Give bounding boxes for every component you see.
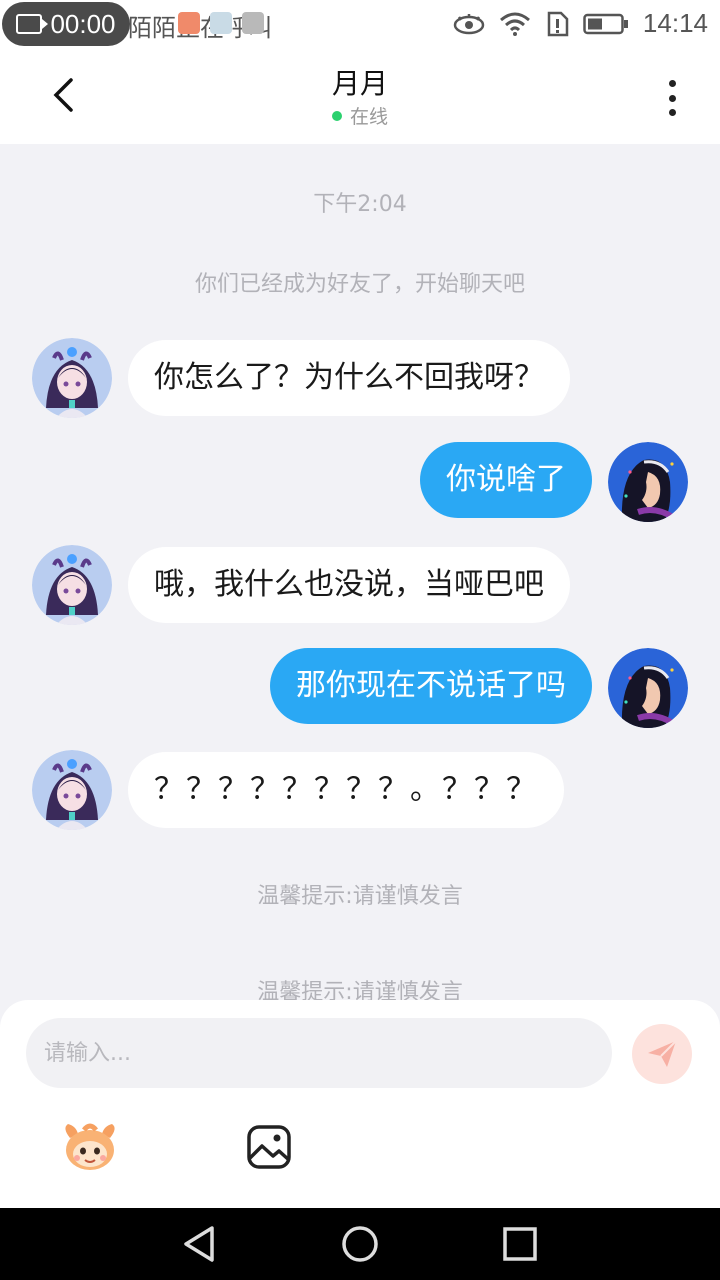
more-dot (668, 94, 676, 102)
record-time: 00:00 (50, 8, 116, 39)
message-row: 你怎么了？为什么不回我呀？ (0, 338, 720, 420)
contact-avatar[interactable] (32, 338, 112, 418)
incoming-message[interactable]: 你怎么了？为什么不回我呀？ (128, 340, 570, 416)
gallery-notification-icon (242, 12, 264, 34)
message-row: ？？？？？？？？。？？？ (0, 750, 720, 832)
more-dot (668, 80, 676, 87)
message-input[interactable] (26, 1018, 612, 1088)
send-button[interactable] (632, 1024, 692, 1084)
status-clock: 14:14 (642, 8, 708, 38)
online-status-label: 在线 (349, 106, 388, 128)
notification-icons (178, 12, 264, 34)
battery-icon (583, 13, 628, 34)
my-avatar[interactable] (608, 442, 688, 522)
chat-header: 月月 在线 (0, 50, 720, 144)
no-sim-icon (547, 11, 569, 36)
online-dot-icon (331, 110, 342, 121)
wifi-icon (499, 12, 530, 36)
more-dot (668, 109, 676, 116)
warning-tip: 温馨提示:请谨慎发言 (257, 884, 463, 909)
outgoing-message[interactable]: 那你现在不说话了吗 (270, 648, 592, 724)
nav-recents-button[interactable] (498, 1222, 542, 1266)
message-row: 那你现在不说话了吗 (0, 648, 720, 730)
paper-plane-icon (648, 1040, 677, 1067)
screen-record-pill[interactable]: 00:00 (2, 2, 130, 46)
message-row: 哦，我什么也没说，当哑巴吧 (0, 545, 720, 627)
message-composer (0, 1000, 720, 1208)
my-avatar[interactable] (608, 648, 688, 728)
image-button[interactable] (246, 1124, 292, 1174)
nav-back-button[interactable] (178, 1222, 222, 1266)
profile-girl-avatar-icon (608, 648, 688, 728)
nav-home-button[interactable] (338, 1222, 382, 1266)
back-triangle-icon (184, 1226, 214, 1262)
screen-record-notification-icon (178, 12, 200, 34)
message-timestamp: 下午2:04 (313, 192, 407, 217)
online-status: 在线 (0, 102, 720, 129)
status-icons: 14:14 (453, 8, 708, 39)
system-notice: 你们已经成为好友了，开始聊天吧 (194, 272, 525, 297)
system-navigation-bar (0, 1208, 720, 1280)
image-icon (247, 1125, 291, 1169)
status-bar: 陌陌正在呼叫 00:00 14:14 (0, 0, 720, 50)
profile-girl-avatar-icon (608, 442, 688, 522)
contact-name: 月月 (331, 67, 388, 100)
incoming-message[interactable]: 哦，我什么也没说，当哑巴吧 (128, 547, 570, 623)
contact-avatar[interactable] (32, 545, 112, 625)
outgoing-message[interactable]: 你说啥了 (420, 442, 592, 518)
eye-icon (453, 13, 485, 34)
more-options-button[interactable] (652, 76, 692, 120)
video-camera-icon (16, 14, 49, 34)
message-row: 你说啥了 (0, 442, 720, 524)
contact-avatar[interactable] (32, 750, 112, 830)
anime-girl-avatar-icon (32, 338, 112, 418)
anime-girl-avatar-icon (32, 750, 112, 830)
emoji-button[interactable] (60, 1120, 120, 1178)
recents-square-icon (503, 1227, 537, 1261)
incoming-message[interactable]: ？？？？？？？？。？？？ (128, 752, 564, 828)
anime-girl-avatar-icon (32, 545, 112, 625)
mascot-emoji-icon (65, 1123, 115, 1170)
image-notification-icon (210, 12, 232, 34)
home-circle-icon (342, 1226, 378, 1262)
